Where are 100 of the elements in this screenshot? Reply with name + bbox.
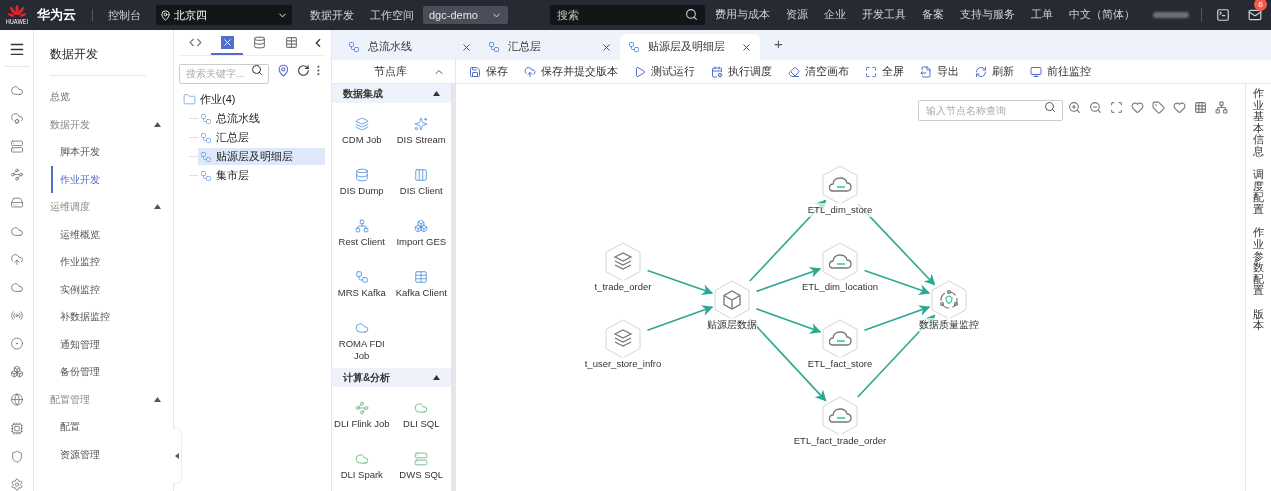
workspace-select[interactable]: dgc-demo bbox=[423, 6, 508, 24]
node-type-item[interactable]: DLI Flink Job bbox=[332, 392, 392, 443]
service-icon[interactable] bbox=[9, 308, 24, 323]
nav-link[interactable]: 数据开发 bbox=[310, 6, 354, 24]
table-node[interactable] bbox=[605, 319, 641, 359]
nav-group[interactable]: 运维调度 bbox=[34, 193, 173, 221]
region-select[interactable]: 北京四 bbox=[156, 5, 292, 25]
menu-link[interactable]: 支持与服务 bbox=[960, 7, 1015, 23]
collapse-handle[interactable] bbox=[173, 428, 182, 484]
editor-tab[interactable]: 汇总层 bbox=[480, 34, 620, 60]
side-tab[interactable]: 作业参数配置 bbox=[1253, 227, 1264, 297]
node-type-item[interactable]: DLI Spark bbox=[332, 443, 392, 491]
menu-link[interactable]: 中文（简体） bbox=[1069, 7, 1135, 23]
nav-item[interactable]: 实例监控 bbox=[51, 275, 173, 303]
zoom-out-icon[interactable] bbox=[1089, 101, 1102, 114]
grid-icon[interactable] bbox=[1194, 101, 1207, 114]
refresh-icon[interactable] bbox=[297, 63, 311, 77]
service-icon[interactable] bbox=[9, 449, 24, 463]
nav-item[interactable]: 脚本开发 bbox=[51, 138, 173, 166]
nav-item[interactable]: 备份管理 bbox=[51, 358, 173, 386]
node-type-item[interactable]: Rest Client bbox=[332, 210, 392, 261]
nav-group[interactable]: 数据开发 bbox=[34, 110, 173, 138]
service-icon[interactable] bbox=[9, 393, 24, 407]
tree-item[interactable]: 总流水线 bbox=[198, 110, 325, 127]
nav-item[interactable]: 补数据监控 bbox=[51, 303, 173, 331]
node-type-item[interactable]: DIS Dump bbox=[332, 159, 392, 210]
terminal-icon[interactable] bbox=[1216, 8, 1230, 22]
search-field[interactable]: 搜索关键字... bbox=[179, 63, 269, 84]
nav-item[interactable]: 作业开发 bbox=[51, 165, 173, 193]
editor-tab[interactable]: 贴源层及明细层 bbox=[620, 34, 760, 60]
node-search-field[interactable]: 输入节点名称查询 bbox=[918, 100, 1063, 121]
section-header[interactable]: 计算&分析 bbox=[332, 368, 451, 387]
service-icon[interactable] bbox=[9, 421, 24, 435]
node-type-item[interactable]: CDM Job bbox=[332, 108, 392, 159]
cube-node[interactable] bbox=[714, 280, 750, 320]
menu-link[interactable]: 资源 bbox=[786, 7, 808, 23]
nav-item[interactable]: 通知管理 bbox=[51, 330, 173, 358]
nav-item[interactable]: 运维概览 bbox=[51, 220, 173, 248]
service-icon[interactable] bbox=[9, 280, 24, 294]
close-icon[interactable] bbox=[741, 41, 752, 53]
node-type-item[interactable]: ROMA FDI Job bbox=[332, 312, 392, 363]
node-type-item[interactable]: MRS Kafka bbox=[332, 261, 392, 312]
tree-item[interactable]: 集市层 bbox=[198, 167, 325, 184]
close-icon[interactable] bbox=[461, 41, 472, 53]
search-field[interactable]: 搜索 bbox=[550, 5, 705, 25]
menu-link[interactable]: 开发工具 bbox=[862, 7, 906, 23]
node-type-item[interactable]: DWS SQL bbox=[391, 443, 451, 491]
side-tab[interactable]: 版本 bbox=[1253, 308, 1264, 332]
service-icon[interactable] bbox=[9, 168, 24, 182]
side-tab[interactable]: 调度配置 bbox=[1253, 169, 1264, 216]
menu-link[interactable]: 企业 bbox=[824, 7, 846, 23]
toolbar-button[interactable]: 全屏 bbox=[865, 63, 904, 80]
menu-link[interactable]: 备案 bbox=[922, 7, 944, 23]
toolbar-button[interactable]: 保存 bbox=[469, 63, 508, 80]
toolbar-button[interactable]: 执行调度 bbox=[711, 63, 772, 80]
toolbar-button[interactable]: 导出 bbox=[920, 63, 959, 80]
nav-item[interactable]: 总览 bbox=[34, 83, 173, 111]
mail-icon[interactable] bbox=[1248, 8, 1262, 22]
node-type-item[interactable]: DLI SQL bbox=[391, 392, 451, 443]
nav-item[interactable]: 作业监控 bbox=[51, 248, 173, 276]
add-tab-button[interactable]: + bbox=[774, 32, 783, 55]
toolbar-button[interactable]: 测试运行 bbox=[634, 63, 695, 80]
nav-group[interactable]: 配置管理 bbox=[34, 385, 173, 413]
node-type-item[interactable]: DIS Stream bbox=[391, 108, 451, 159]
console-link[interactable]: 控制台 bbox=[108, 6, 141, 24]
service-icon[interactable] bbox=[9, 252, 24, 266]
service-icon[interactable] bbox=[9, 224, 24, 238]
service-icon[interactable] bbox=[9, 140, 24, 154]
location-pin-icon[interactable] bbox=[276, 63, 290, 77]
node-type-item[interactable]: DIS Client bbox=[391, 159, 451, 210]
menu-link[interactable]: 工单 bbox=[1031, 7, 1053, 23]
table-node[interactable] bbox=[605, 242, 641, 282]
service-icon[interactable] bbox=[9, 83, 24, 97]
service-icon[interactable] bbox=[9, 196, 24, 210]
menu-link[interactable]: 费用与成本 bbox=[715, 7, 770, 23]
service-icon[interactable] bbox=[9, 477, 24, 491]
tree-item[interactable]: 汇总层 bbox=[198, 129, 325, 146]
side-tab[interactable]: 作业基本信息 bbox=[1253, 88, 1264, 158]
node-type-item[interactable]: Kafka Client bbox=[391, 261, 451, 312]
node-type-item[interactable]: Import GES bbox=[391, 210, 451, 261]
section-header[interactable]: 数据集成 bbox=[332, 84, 451, 103]
heart-icon[interactable] bbox=[1173, 101, 1186, 114]
heart-icon[interactable] bbox=[1131, 101, 1144, 114]
tree-folder[interactable]: 作业(4) bbox=[179, 90, 325, 109]
tag-icon[interactable] bbox=[1152, 101, 1165, 114]
toolbar-button[interactable]: 前往监控 bbox=[1030, 63, 1091, 80]
tree-item[interactable]: 贴源层及明细层 bbox=[198, 148, 325, 165]
toolbar-button[interactable]: 清空画布 bbox=[788, 63, 849, 80]
nav-item[interactable]: 资源管理 bbox=[51, 440, 173, 468]
hierarchy-icon[interactable] bbox=[1215, 101, 1228, 114]
editor-tab[interactable]: 总流水线 bbox=[340, 34, 480, 60]
service-icon[interactable] bbox=[9, 112, 24, 126]
toolbar-button[interactable]: 刷新 bbox=[975, 63, 1014, 80]
service-icon[interactable] bbox=[9, 337, 24, 351]
zoom-in-icon[interactable] bbox=[1068, 101, 1081, 114]
close-icon[interactable] bbox=[601, 41, 612, 53]
nav-item[interactable]: 配置 bbox=[51, 413, 173, 441]
fit-view-icon[interactable] bbox=[1110, 101, 1123, 114]
toolbar-button[interactable]: 保存并提交版本 bbox=[524, 63, 618, 80]
service-icon[interactable] bbox=[9, 365, 24, 379]
